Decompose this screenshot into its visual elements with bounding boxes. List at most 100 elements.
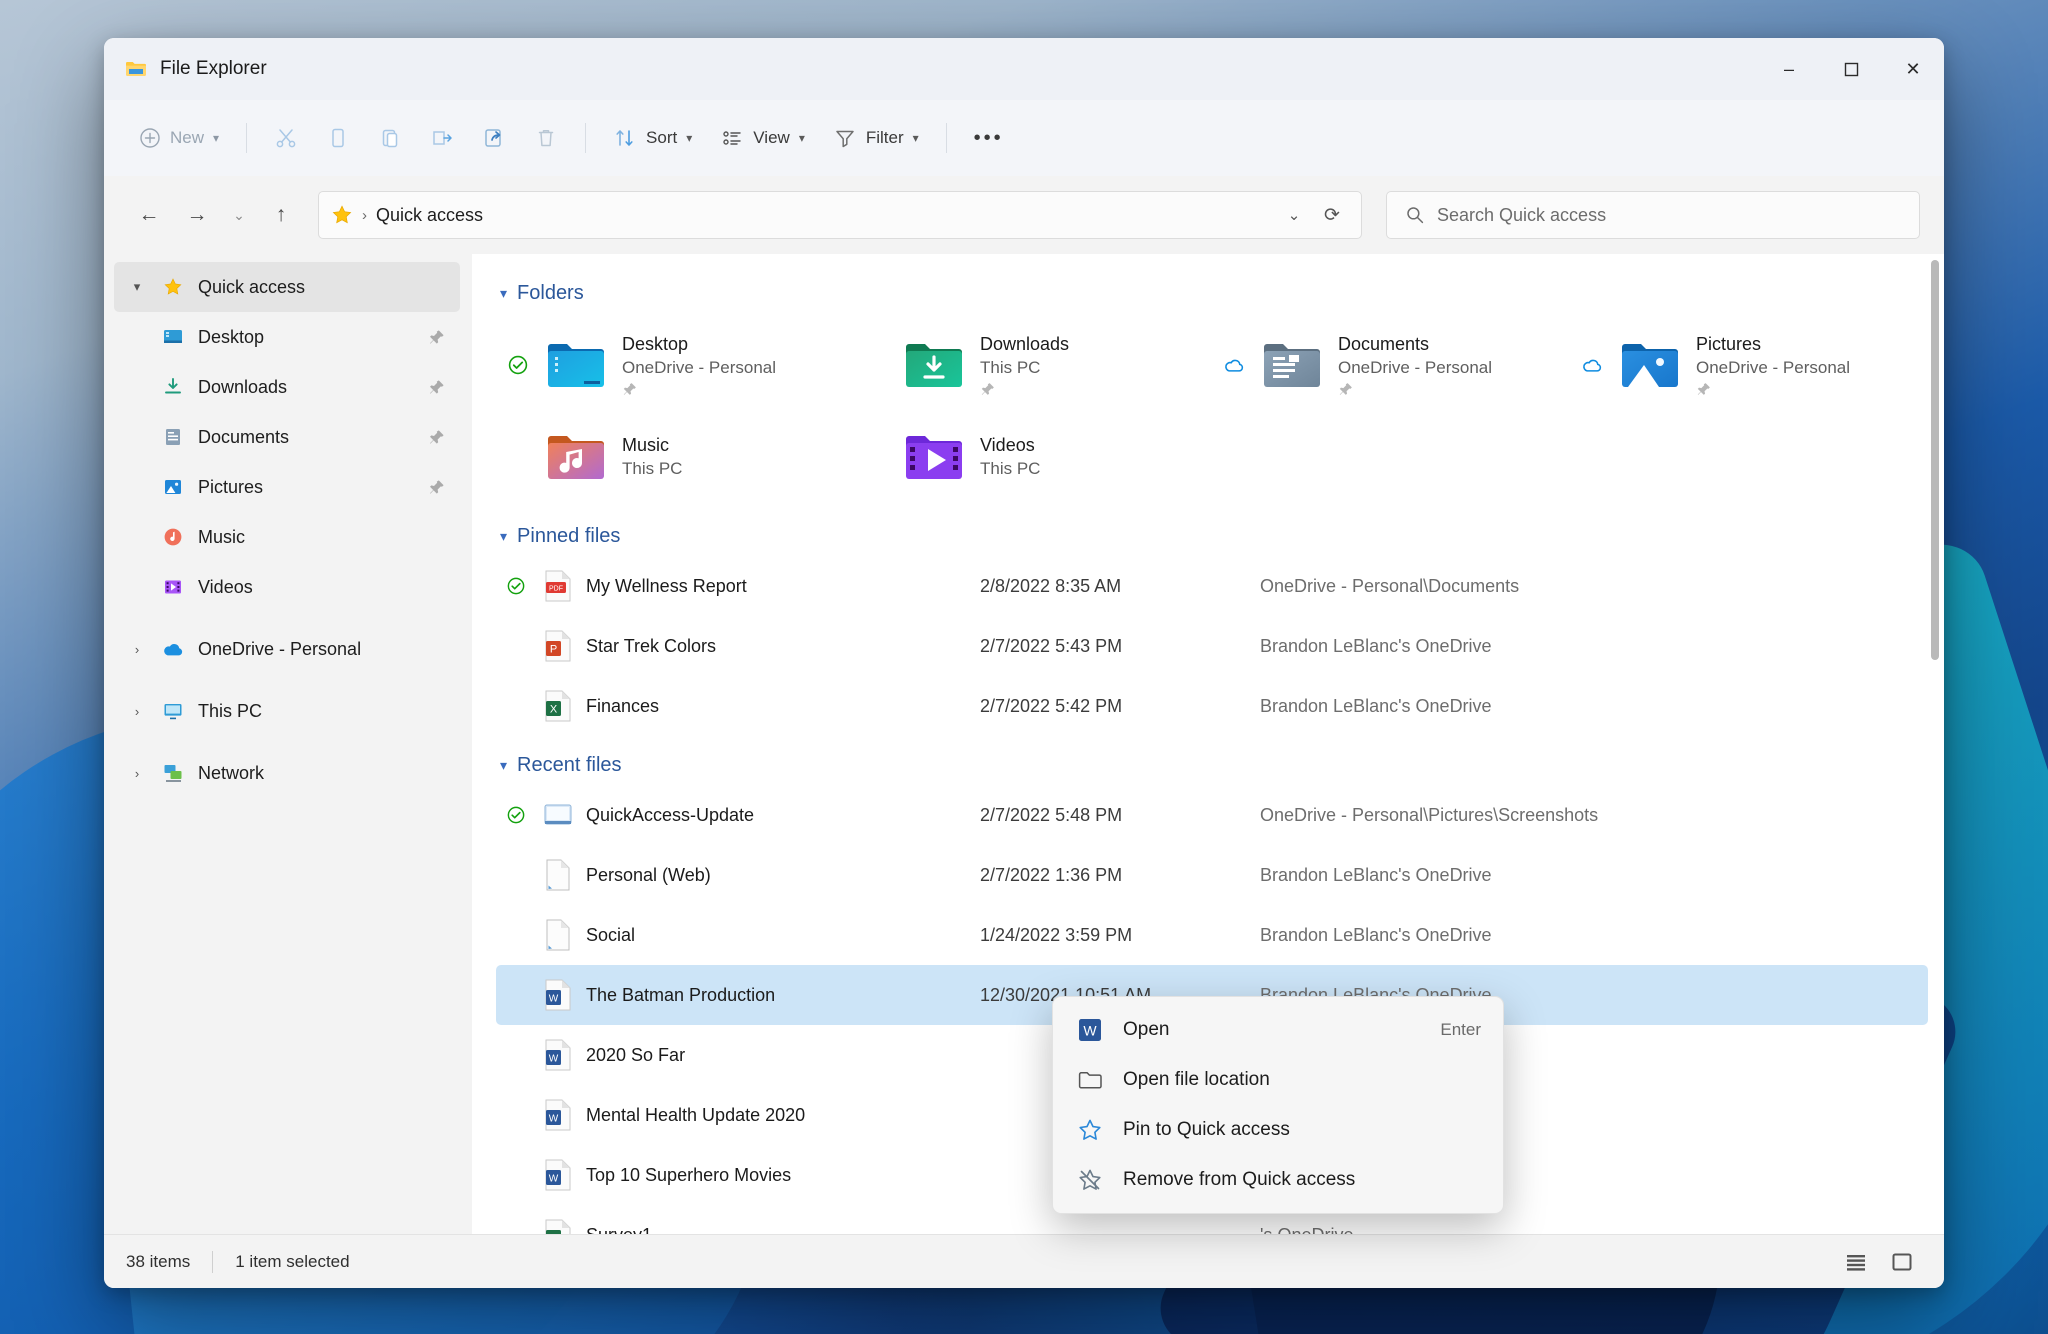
pin-icon[interactable] [428, 478, 446, 496]
table-row[interactable]: X Finances 2/7/2022 5:42 PM Brandon LeBl… [496, 676, 1928, 736]
folder-tile[interactable]: Desktop OneDrive - Personal [496, 319, 854, 411]
sidebar-item-label: This PC [198, 700, 263, 721]
pin-icon[interactable] [428, 378, 446, 396]
address-bar[interactable]: › Quick access ⌄ ⟳ [318, 191, 1362, 239]
folder-tile[interactable]: Videos This PC [854, 411, 1212, 503]
sidebar-item-this-pc[interactable]: › This PC [114, 686, 460, 736]
filter-button[interactable]: Filter ▾ [820, 114, 932, 162]
scrollbar-thumb[interactable] [1931, 260, 1939, 660]
section-header-recent-files[interactable]: ▾ Recent files [500, 754, 1928, 777]
table-row[interactable]: P Star Trek Colors 2/7/2022 5:43 PM Bran… [496, 616, 1928, 676]
folder-tile-meta: Pictures OneDrive - Personal [1696, 334, 1850, 397]
folder-location: This PC [980, 357, 1041, 377]
recent-locations-button[interactable]: ⌄ [224, 194, 254, 236]
file-name: Social [586, 924, 636, 945]
window-controls: – ✕ [1758, 38, 1944, 100]
file-date: 2/7/2022 5:42 PM [980, 695, 1123, 716]
sidebar-item-music[interactable]: Music [114, 512, 460, 562]
table-row[interactable]: QuickAccess-Update 2/7/2022 5:48 PM OneD… [496, 785, 1928, 845]
sidebar-item-documents[interactable]: Documents [114, 412, 460, 462]
sidebar-item-onedrive[interactable]: › OneDrive - Personal [114, 624, 460, 674]
breadcrumb[interactable]: › Quick access [331, 204, 483, 226]
copy-icon [326, 126, 350, 150]
table-row[interactable]: Personal (Web) 2/7/2022 1:36 PM Brandon … [496, 845, 1928, 905]
folder-tile[interactable]: Music This PC [496, 411, 854, 503]
section-title: Pinned files [517, 525, 621, 547]
toolbar-divider [945, 123, 947, 153]
rename-button[interactable] [417, 114, 467, 162]
minimize-button[interactable]: – [1758, 38, 1820, 100]
sidebar-item-videos[interactable]: Videos [114, 562, 460, 612]
sidebar-item-desktop[interactable]: Desktop [114, 312, 460, 362]
section-header-pinned-files[interactable]: ▾ Pinned files [500, 525, 1928, 548]
chevron-down-icon[interactable]: ▾ [500, 285, 507, 302]
chevron-right-icon[interactable]: › [126, 642, 148, 657]
sidebar-item-downloads[interactable]: Downloads [114, 362, 460, 412]
folder-tile-meta: Music This PC [622, 435, 682, 479]
folder-music-icon [544, 429, 608, 485]
file-date: 2/7/2022 1:36 PM [980, 864, 1123, 885]
table-row[interactable]: Social 1/24/2022 3:59 PM Brandon LeBlanc… [496, 905, 1928, 965]
search-input[interactable]: Search Quick access [1437, 205, 1606, 226]
sidebar-item-label: Quick access [198, 276, 306, 297]
view-button[interactable]: View ▾ [707, 114, 818, 162]
svg-text:PDF: PDF [549, 585, 563, 592]
sidebar-item-quick-access[interactable]: ▾ Quick access [114, 262, 460, 312]
pin-icon[interactable] [428, 428, 446, 446]
search-box[interactable]: Search Quick access [1386, 191, 1920, 239]
large-icons-view-icon[interactable] [1882, 1244, 1922, 1280]
section-header-folders[interactable]: ▾ Folders [500, 282, 1928, 305]
forward-button[interactable]: → [176, 194, 218, 236]
new-button[interactable]: New ▾ [126, 114, 232, 162]
table-row[interactable]: PDF My Wellness Report 2/8/2022 8:35 AM … [496, 556, 1928, 616]
up-button[interactable]: ↑ [260, 194, 302, 236]
context-menu-item-open[interactable]: W Open Enter [1059, 1005, 1497, 1055]
chevron-down-icon[interactable]: ▾ [126, 279, 148, 295]
folder-desktop-icon [544, 337, 608, 393]
file-path: Brandon LeBlanc's OneDrive [1260, 924, 1492, 945]
more-options-button[interactable]: ••• [961, 114, 1017, 162]
window-title: File Explorer [160, 58, 267, 79]
chevron-right-icon[interactable]: › [126, 704, 148, 719]
chevron-down-icon[interactable]: ▾ [500, 528, 507, 545]
close-button[interactable]: ✕ [1882, 38, 1944, 100]
back-button[interactable]: ← [128, 194, 170, 236]
address-dropdown-button[interactable]: ⌄ [1277, 198, 1311, 232]
refresh-button[interactable]: ⟳ [1315, 198, 1349, 232]
excel-icon: X [536, 689, 580, 723]
maximize-button[interactable] [1820, 38, 1882, 100]
sidebar-item-pictures[interactable]: Pictures [114, 462, 460, 512]
sidebar-item-network[interactable]: › Network [114, 748, 460, 798]
breadcrumb-current[interactable]: Quick access [376, 205, 483, 226]
sort-button[interactable]: Sort ▾ [600, 114, 705, 162]
folder-name: Pictures [1696, 333, 1762, 354]
paste-button[interactable] [365, 114, 415, 162]
context-menu-label: Remove from Quick access [1123, 1169, 1356, 1190]
details-view-icon[interactable] [1836, 1244, 1876, 1280]
folder-tile[interactable]: Downloads This PC [854, 319, 1212, 411]
file-path: OneDrive - Personal\Documents [1260, 575, 1520, 596]
context-menu-item-remove-from-quick-access[interactable]: Remove from Quick access [1059, 1155, 1497, 1205]
folder-picture-icon [1618, 337, 1682, 393]
context-menu-label: Open [1123, 1019, 1170, 1040]
folder-tile[interactable]: Pictures OneDrive - Personal [1570, 319, 1928, 411]
address-bar-actions: ⌄ ⟳ [1277, 198, 1349, 232]
chevron-right-icon[interactable]: › [126, 766, 148, 781]
cut-button[interactable] [261, 114, 311, 162]
star-icon [331, 204, 353, 226]
delete-button[interactable] [521, 114, 571, 162]
context-menu-item-pin-to-quick-access[interactable]: Pin to Quick access [1059, 1105, 1497, 1155]
chevron-down-icon[interactable]: ▾ [500, 757, 507, 774]
item-count: 38 items [126, 1251, 191, 1271]
share-button[interactable] [469, 114, 519, 162]
folder-location: This PC [980, 459, 1041, 478]
pc-icon [160, 700, 186, 722]
vertical-scrollbar[interactable] [1928, 260, 1942, 1228]
folder-tile[interactable]: Documents OneDrive - Personal [1212, 319, 1570, 411]
pin-icon[interactable] [428, 328, 446, 346]
context-menu-item-open-file-location[interactable]: Open file location [1059, 1055, 1497, 1105]
copy-button[interactable] [313, 114, 363, 162]
pin-icon [1338, 381, 1492, 397]
sidebar-item-label: Videos [198, 576, 253, 597]
